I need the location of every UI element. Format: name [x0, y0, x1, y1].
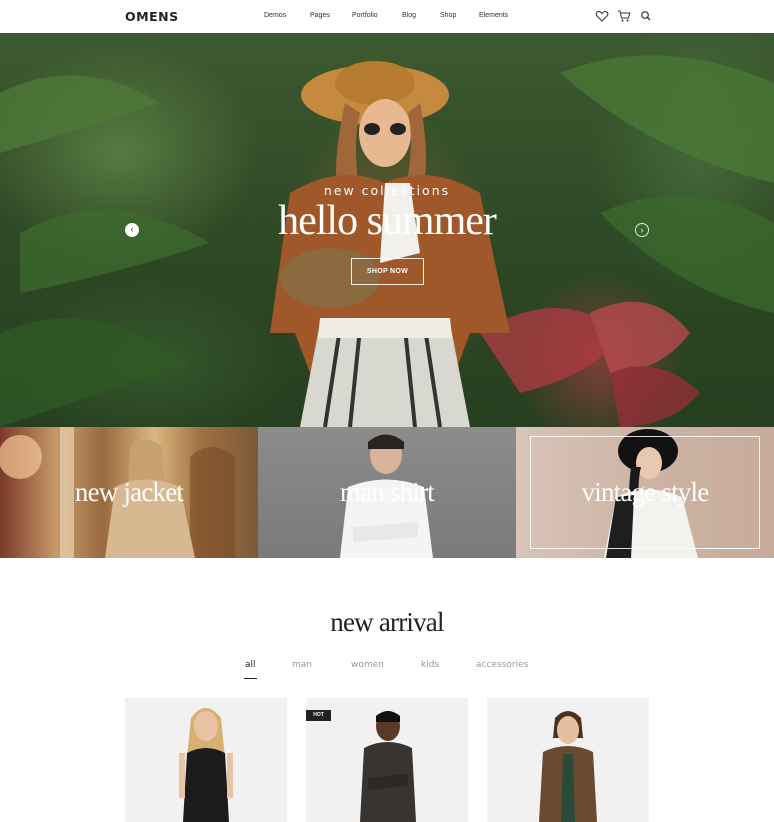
product-card[interactable] — [487, 698, 649, 822]
new-arrival-title: new arrival — [330, 607, 444, 637]
shop-now-button[interactable]: SHOP NOW — [351, 258, 424, 285]
banner-vintage-style-label: vintage style — [581, 477, 710, 507]
search-icon[interactable] — [639, 9, 653, 23]
nav-pages[interactable]: Pages — [310, 12, 330, 19]
banner-new-jacket-label: new jacket — [74, 477, 184, 507]
product-card[interactable]: HOT — [306, 698, 468, 822]
banner-vintage-style[interactable]: vintage style — [516, 427, 774, 558]
site-header: OMENS Demos Pages Portfolio Blog Shop El… — [0, 0, 774, 33]
nav-demos[interactable]: Demos — [264, 12, 286, 19]
nav-blog[interactable]: Blog — [402, 12, 416, 19]
product-card[interactable] — [125, 698, 287, 822]
slider-prev-arrow-icon[interactable]: ‹ — [125, 223, 139, 237]
nav-portfolio[interactable]: Portfolio — [352, 12, 378, 19]
slider-next-arrow-icon[interactable]: › — [635, 223, 649, 237]
product-image — [179, 708, 233, 822]
cart-icon[interactable] — [617, 9, 631, 23]
hero-slider: new collections hello summer SHOP NOW ‹ … — [0, 33, 774, 427]
banner-new-jacket[interactable]: new jacket — [0, 427, 258, 558]
tab-all[interactable]: all — [245, 660, 256, 670]
tab-accessories[interactable]: accessories — [476, 660, 528, 670]
heart-icon[interactable] — [595, 9, 609, 23]
hero-subtitle: new collections — [323, 183, 451, 198]
tab-man[interactable]: man — [292, 660, 312, 670]
main-nav: Demos Pages Portfolio Blog Shop Elements — [0, 12, 774, 24]
hero-title: hello summer — [278, 198, 497, 244]
nav-elements[interactable]: Elements — [479, 12, 508, 19]
nav-shop[interactable]: Shop — [440, 12, 456, 19]
hot-badge: HOT — [306, 710, 331, 721]
banner-man-shirt-label: man shirt — [339, 477, 435, 507]
product-image — [539, 711, 597, 822]
banner-man-shirt[interactable]: man shirt — [258, 427, 516, 558]
tab-women[interactable]: women — [351, 660, 384, 670]
active-tab-underline — [244, 678, 257, 679]
tab-kids[interactable]: kids — [421, 660, 439, 670]
